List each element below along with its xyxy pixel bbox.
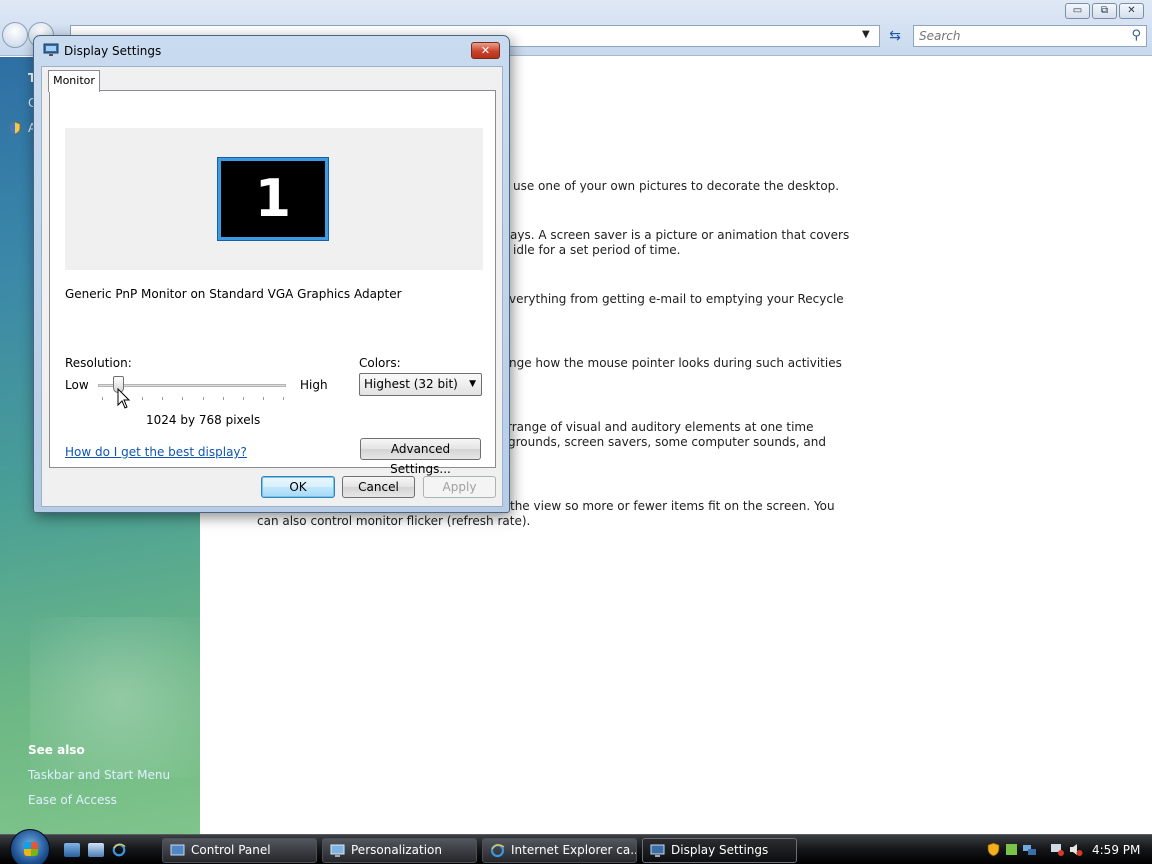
- slider-tick: [202, 397, 204, 400]
- switch-windows-icon[interactable]: [88, 843, 104, 857]
- address-dropdown-icon[interactable]: ▼: [862, 29, 870, 40]
- resolution-high-label: High: [300, 378, 328, 392]
- monitor-1-preview[interactable]: 1: [218, 158, 328, 240]
- minimize-button[interactable]: ▭: [1065, 3, 1090, 19]
- refresh-icon[interactable]: ⇆: [884, 26, 906, 46]
- slider-tick: [222, 397, 224, 400]
- windows-update-icon[interactable]: [1004, 842, 1019, 857]
- taskbar-item-control-panel[interactable]: Control Panel: [162, 838, 317, 863]
- content-line: verything from getting e-mail to emptyin…: [509, 292, 844, 306]
- slider-tick: [102, 397, 103, 400]
- personalization-icon: [330, 844, 345, 857]
- search-input[interactable]: [914, 26, 1114, 46]
- content-line: the view so more or fewer items fit on t…: [510, 499, 835, 513]
- display-settings-icon: [43, 43, 59, 56]
- security-shield-icon[interactable]: [986, 842, 1001, 857]
- display-settings-icon: [650, 844, 665, 857]
- taskbar-item-display-settings[interactable]: Display Settings: [642, 838, 797, 863]
- display-settings-dialog: Display Settings ✕ Monitor 1 Generic PnP…: [33, 35, 510, 513]
- content-line: nge how the mouse pointer looks during s…: [509, 356, 842, 370]
- tab-monitor[interactable]: Monitor: [48, 70, 100, 92]
- advanced-settings-button[interactable]: Advanced Settings...: [360, 438, 481, 476]
- shield-icon: [9, 121, 21, 135]
- ease-of-access-link[interactable]: Ease of Access: [28, 793, 117, 807]
- content-line: can also control monitor flicker (refres…: [257, 514, 531, 528]
- content-line: grounds, screen savers, some computer so…: [508, 435, 826, 449]
- slider-tick: [262, 397, 264, 400]
- search-icon[interactable]: ⚲: [1131, 28, 1141, 43]
- control-panel-icon: [170, 844, 185, 856]
- taskbar-item-personalization[interactable]: Personalization: [322, 838, 477, 863]
- content-line: ays. A screen saver is a picture or anim…: [510, 228, 850, 242]
- taskbar-start-menu-link[interactable]: Taskbar and Start Menu: [28, 768, 170, 782]
- taskbar-item-label: Personalization: [351, 843, 442, 857]
- volume-muted-icon[interactable]: [1068, 842, 1083, 857]
- taskbar-item-internet-explorer[interactable]: Internet Explorer ca...: [482, 838, 637, 863]
- clock[interactable]: 4:59 PM: [1092, 843, 1140, 857]
- dialog-close-button[interactable]: ✕: [471, 42, 500, 59]
- content-line: use one of your own pictures to decorate…: [513, 179, 840, 193]
- window-controls: ▭ ⧉ ✕: [1065, 3, 1144, 19]
- colors-label: Colors:: [359, 356, 401, 370]
- close-window-button[interactable]: ✕: [1119, 3, 1144, 19]
- see-also-heading: See also: [28, 743, 85, 757]
- network-disconnected-icon[interactable]: [1050, 842, 1065, 857]
- resolution-value: 1024 by 768 pixels: [146, 413, 261, 427]
- slider-tick: [142, 397, 144, 400]
- slider-tick: [282, 397, 284, 400]
- resolution-low-label: Low: [65, 378, 89, 392]
- start-button[interactable]: [10, 829, 50, 864]
- resolution-slider-track[interactable]: [98, 384, 286, 387]
- internet-explorer-icon[interactable]: [111, 843, 127, 857]
- colors-select[interactable]: Highest (32 bit) ▼: [359, 373, 482, 396]
- internet-explorer-icon: [490, 843, 505, 858]
- monitor-tab-panel: 1 Generic PnP Monitor on Standard VGA Gr…: [49, 90, 496, 476]
- windows-logo-icon: [24, 842, 38, 856]
- taskbar: Control Panel Personalization Internet E…: [0, 829, 1152, 864]
- slider-tick: [162, 397, 164, 400]
- back-button[interactable]: [2, 22, 28, 48]
- ok-button[interactable]: OK: [261, 476, 335, 498]
- taskbar-item-label: Display Settings: [671, 843, 769, 857]
- mouse-cursor-icon: [117, 388, 131, 409]
- monitor-name: Generic PnP Monitor on Standard VGA Grap…: [65, 287, 402, 301]
- dialog-title: Display Settings: [64, 44, 162, 58]
- taskbar-item-label: Control Panel: [191, 843, 271, 857]
- network-icon[interactable]: [1022, 842, 1037, 857]
- colors-selected-value: Highest (32 bit): [364, 377, 458, 391]
- content-line: idle for a set period of time.: [513, 243, 681, 257]
- slider-tick: [242, 397, 244, 400]
- slider-tick: [182, 397, 184, 400]
- resolution-label: Resolution:: [65, 356, 132, 370]
- apply-button[interactable]: Apply: [423, 476, 496, 498]
- show-desktop-icon[interactable]: [64, 843, 80, 857]
- best-display-help-link[interactable]: How do I get the best display?: [65, 445, 247, 459]
- cancel-button[interactable]: Cancel: [342, 476, 415, 498]
- monitor-preview-area: 1: [65, 128, 483, 270]
- restore-button[interactable]: ⧉: [1092, 3, 1117, 19]
- taskbar-item-label: Internet Explorer ca...: [511, 843, 637, 857]
- dialog-body: Monitor 1 Generic PnP Monitor on Standar…: [41, 66, 503, 507]
- search-box[interactable]: ⚲: [913, 25, 1147, 47]
- content-line: rrange of visual and auditory elements a…: [507, 420, 814, 434]
- chevron-down-icon[interactable]: ▼: [469, 374, 476, 395]
